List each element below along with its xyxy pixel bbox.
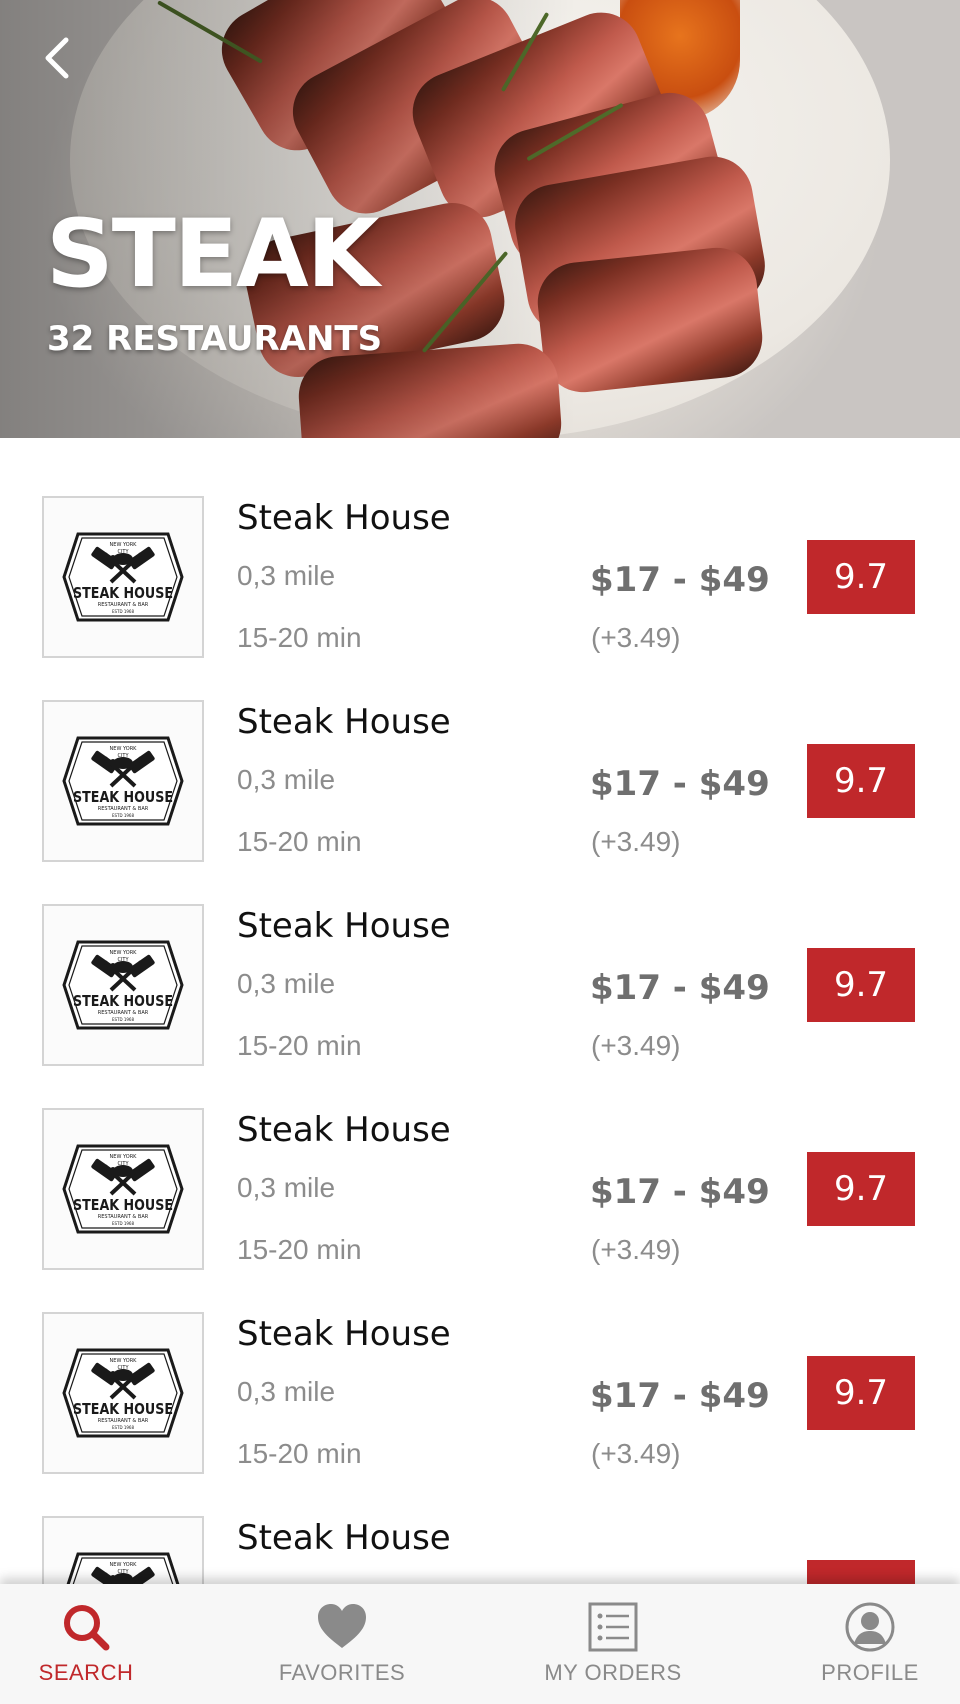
tab-search-label: SEARCH	[38, 1660, 134, 1685]
svg-text:STEAK HOUSE: STEAK HOUSE	[73, 1400, 173, 1418]
restaurant-name: Steak House	[237, 1314, 451, 1354]
svg-text:NEW YORK: NEW YORK	[110, 1358, 138, 1364]
steak-house-logo: NEW YORK CITY STEAK HOUSE RESTAURANT & B…	[62, 532, 184, 622]
svg-text:ESTD 1968: ESTD 1968	[112, 1425, 134, 1430]
restaurant-row[interactable]: NEW YORK CITY STEAK HOUSE RESTAURANT & B…	[0, 642, 960, 862]
hero-banner: STEAK 32 RESTAURANTS	[0, 0, 960, 438]
svg-text:NEW YORK: NEW YORK	[110, 1562, 138, 1568]
svg-text:RESTAURANT & BAR: RESTAURANT & BAR	[98, 1418, 149, 1424]
restaurant-distance: 0,3 mile	[237, 764, 336, 795]
price-range: $17 - $49	[590, 560, 770, 600]
svg-text:RESTAURANT & BAR: RESTAURANT & BAR	[98, 1010, 149, 1016]
svg-text:RESTAURANT & BAR: RESTAURANT & BAR	[98, 806, 149, 812]
svg-text:STEAK HOUSE: STEAK HOUSE	[73, 1196, 173, 1214]
restaurant-row[interactable]: NEW YORK CITY STEAK HOUSE RESTAURANT & B…	[0, 438, 960, 658]
svg-text:RESTAURANT & BAR: RESTAURANT & BAR	[98, 602, 149, 608]
restaurant-name: Steak House	[237, 1518, 451, 1558]
restaurant-logo: NEW YORK CITY STEAK HOUSE RESTAURANT & B…	[42, 700, 204, 862]
tab-favorites[interactable]: FAVORITES	[278, 1584, 406, 1704]
restaurant-logo: NEW YORK CITY STEAK HOUSE RESTAURANT & B…	[42, 1108, 204, 1270]
profile-icon	[845, 1602, 895, 1652]
svg-text:STEAK HOUSE: STEAK HOUSE	[73, 788, 173, 806]
restaurant-name: Steak House	[237, 498, 451, 538]
restaurant-row[interactable]: NEW YORK CITY STEAK HOUSE RESTAURANT & B…	[0, 1050, 960, 1270]
svg-text:ESTD 1968: ESTD 1968	[112, 609, 134, 614]
chevron-left-icon	[45, 37, 69, 79]
back-button[interactable]	[36, 30, 80, 86]
tab-profile[interactable]: PROFILE	[820, 1584, 920, 1704]
svg-text:RESTAURANT & BAR: RESTAURANT & BAR	[98, 1214, 149, 1220]
svg-text:ESTD 1968: ESTD 1968	[112, 1017, 134, 1022]
category-title: STEAK	[46, 200, 380, 309]
restaurant-name: Steak House	[237, 1110, 451, 1150]
svg-text:NEW YORK: NEW YORK	[110, 542, 138, 548]
price-range: $17 - $49	[590, 764, 770, 804]
rating-badge[interactable]: 9.7	[807, 1152, 915, 1226]
svg-text:ESTD 1968: ESTD 1968	[112, 813, 134, 818]
restaurant-row[interactable]: NEW YORK CITY STEAK HOUSE RESTAURANT & B…	[0, 846, 960, 1066]
restaurant-distance: 0,3 mile	[237, 1376, 336, 1407]
svg-text:NEW YORK: NEW YORK	[110, 1154, 138, 1160]
price-range: $17 - $49	[590, 1172, 770, 1212]
rating-badge[interactable]	[807, 1560, 915, 1584]
restaurant-distance: 0,3 mile	[237, 1172, 336, 1203]
svg-text:ESTD 1968: ESTD 1968	[112, 1221, 134, 1226]
restaurant-row[interactable]: NEW YORK CITY STEAK HOUSE RESTAURANT & B…	[0, 1254, 960, 1474]
price-range: $17 - $49	[590, 1376, 770, 1416]
restaurant-logo: NEW YORK CITY STEAK HOUSE RESTAURANT & B…	[42, 496, 204, 658]
svg-text:STEAK HOUSE: STEAK HOUSE	[73, 584, 173, 602]
search-icon	[64, 1605, 110, 1651]
svg-text:NEW YORK: NEW YORK	[110, 746, 138, 752]
svg-text:NEW YORK: NEW YORK	[110, 950, 138, 956]
restaurant-name: Steak House	[237, 702, 451, 742]
tab-profile-label: PROFILE	[821, 1660, 919, 1685]
steak-house-logo: NEW YORK CITY STEAK HOUSE RESTAURANT & B…	[62, 940, 184, 1030]
restaurant-logo: NEW YORK CITY STEAK HOUSE RESTAURANT & B…	[42, 904, 204, 1066]
restaurant-distance: 0,3 mile	[237, 968, 336, 999]
restaurant-row[interactable]: NEW YORK CITY STEAK HOUSE RESTAURANT & B…	[0, 1458, 960, 1584]
price-range: $17 - $49	[590, 968, 770, 1008]
steak-house-logo: NEW YORK CITY STEAK HOUSE RESTAURANT & B…	[62, 736, 184, 826]
restaurant-count: 32 RESTAURANTS	[47, 319, 383, 359]
rating-badge[interactable]: 9.7	[807, 540, 915, 614]
orders-list-icon	[588, 1602, 638, 1652]
heart-icon	[318, 1604, 366, 1648]
restaurant-distance: 0,3 mile	[237, 560, 336, 591]
restaurant-list[interactable]: NEW YORK CITY STEAK HOUSE RESTAURANT & B…	[0, 438, 960, 1584]
steak-house-logo: NEW YORK CITY STEAK HOUSE RESTAURANT & B…	[62, 1348, 184, 1438]
tab-my-orders-label: MY ORDERS	[544, 1660, 682, 1685]
tab-search[interactable]: SEARCH	[36, 1584, 136, 1704]
rating-badge[interactable]: 9.7	[807, 1356, 915, 1430]
bottom-tab-bar: SEARCH FAVORITES MY ORDERS PROFILE	[0, 1584, 960, 1704]
rating-badge[interactable]: 9.7	[807, 744, 915, 818]
restaurant-logo: NEW YORK CITY STEAK HOUSE RESTAURANT & B…	[42, 1312, 204, 1474]
svg-text:STEAK HOUSE: STEAK HOUSE	[73, 992, 173, 1010]
tab-favorites-label: FAVORITES	[278, 1660, 406, 1685]
restaurant-name: Steak House	[237, 906, 451, 946]
steak-house-logo: NEW YORK CITY STEAK HOUSE RESTAURANT & B…	[66, 1552, 180, 1584]
tab-my-orders[interactable]: MY ORDERS	[544, 1584, 681, 1704]
rating-badge[interactable]: 9.7	[807, 948, 915, 1022]
restaurant-logo: NEW YORK CITY STEAK HOUSE RESTAURANT & B…	[42, 1516, 204, 1584]
steak-house-logo: NEW YORK CITY STEAK HOUSE RESTAURANT & B…	[62, 1144, 184, 1234]
